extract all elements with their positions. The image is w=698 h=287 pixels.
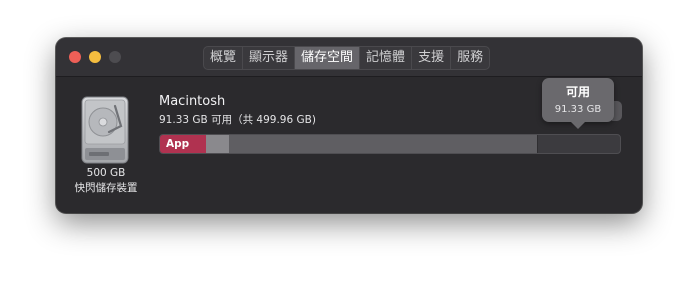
zoom-button [109,51,121,63]
usage-segment-divider [537,135,538,153]
usage-segment-app[interactable]: App [160,135,206,153]
disk-size-label: 500 GB [86,167,126,179]
tab-support[interactable]: 支援 [412,47,452,69]
tooltip-title: 可用 [565,85,590,99]
tab-service[interactable]: 服務 [451,47,489,69]
tab-displays[interactable]: 顯示器 [243,47,296,69]
minimize-button[interactable] [89,51,101,63]
storage-usage-bar[interactable]: App [159,134,621,154]
about-this-mac-window: 概覽 顯示器 儲存空間 記憶體 支援 服務 500 GB 快閃儲存裝置 Maci… [56,38,642,213]
volume-capacity-info: 91.33 GB 可用（共 499.96 GB) [159,114,316,126]
tab-bar: 概覽 顯示器 儲存空間 記憶體 支援 服務 [203,46,491,70]
tooltip-value: 91.33 GB [554,104,602,115]
disk-caption: 500 GB 快閃儲存裝置 [56,166,156,196]
hard-drive-icon [81,96,129,164]
available-tooltip: 可用 91.33 GB [542,78,614,129]
usage-segment-system[interactable] [229,135,537,153]
volume-name: Macintosh [159,94,226,109]
title-bar: 概覽 顯示器 儲存空間 記憶體 支援 服務 [56,38,642,77]
disk-type-label: 快閃儲存裝置 [74,182,138,194]
tab-storage[interactable]: 儲存空間 [295,47,361,69]
tab-overview[interactable]: 概覽 [204,47,244,69]
tab-memory[interactable]: 記憶體 [360,47,413,69]
close-button[interactable] [69,51,81,63]
usage-segment-app-label: App [166,138,190,150]
usage-segment-other[interactable] [206,135,229,153]
